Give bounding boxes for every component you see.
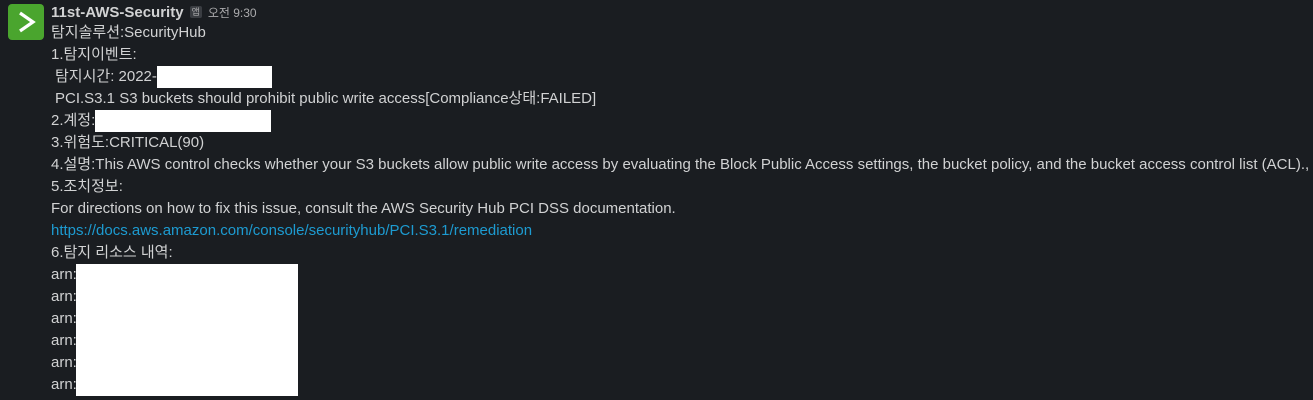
remediation-header: 5.조치정보: xyxy=(51,178,123,195)
account-label: 2.계정: xyxy=(51,112,96,129)
redaction-box xyxy=(76,264,298,396)
app-badge: 앱 xyxy=(189,6,202,18)
detect-time-line: 탐지시간: 2022- xyxy=(51,66,1313,88)
redaction-box xyxy=(156,66,272,88)
sender-name[interactable]: 11st-AWS-Security xyxy=(51,4,184,21)
redaction-box xyxy=(95,110,272,132)
finding-line: PCI.S3.1 S3 buckets should prohibit publ… xyxy=(55,90,597,107)
severity-line: 3.위험도:CRITICAL(90) xyxy=(51,134,205,151)
resources-header: 6.탐지 리소스 내역: xyxy=(51,244,173,261)
account-line: 2.계정: xyxy=(51,110,1313,132)
timestamp[interactable]: 오전 9:30 xyxy=(208,4,257,21)
detect-time-text: 탐지시간: 2022- xyxy=(55,68,157,85)
event-header: 1.탐지이벤트: xyxy=(51,46,137,63)
remediation-text: For directions on how to fix this issue,… xyxy=(51,200,676,217)
remediation-link[interactable]: https://docs.aws.amazon.com/console/secu… xyxy=(51,222,532,239)
slack-message: 11st-AWS-Security 앱 오전 9:30 탐지솔루션:Securi… xyxy=(0,0,1313,400)
solution-line: 탐지솔루션:SecurityHub xyxy=(51,24,206,41)
remediation-link-line: https://docs.aws.amazon.com/console/secu… xyxy=(51,220,1313,242)
bot-avatar[interactable] xyxy=(8,4,44,40)
description-line: 4.설명:This AWS control checks whether you… xyxy=(51,156,1310,173)
message-header: 11st-AWS-Security 앱 오전 9:30 xyxy=(51,2,1313,22)
chevron-right-icon xyxy=(19,11,36,33)
